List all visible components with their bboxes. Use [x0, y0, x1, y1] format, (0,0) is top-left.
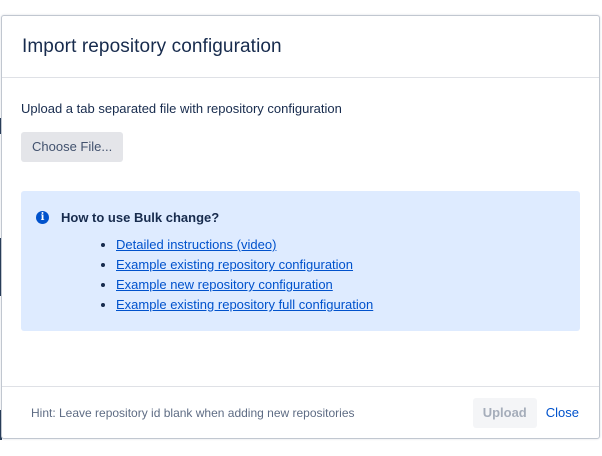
dialog-body: Upload a tab separated file with reposit… — [2, 78, 599, 331]
example-full-config-link[interactable]: Example existing repository full configu… — [116, 297, 373, 312]
info-icon: i — [36, 210, 49, 224]
upload-button[interactable]: Upload — [472, 397, 537, 428]
list-item: Example existing repository configuratio… — [116, 255, 564, 275]
upload-description: Upload a tab separated file with reposit… — [21, 101, 342, 116]
dialog-title: Import repository configuration — [22, 35, 282, 57]
list-item: Example existing repository full configu… — [116, 295, 564, 315]
dialog-header: Import repository configuration — [2, 16, 599, 78]
close-button[interactable]: Close — [544, 405, 581, 420]
example-existing-config-link[interactable]: Example existing repository configuratio… — [116, 257, 353, 272]
list-item: Detailed instructions (video) — [116, 235, 564, 255]
info-heading: i How to use Bulk change? — [36, 208, 564, 226]
list-item: Example new repository configuration — [116, 275, 564, 295]
dialog-footer: Hint: Leave repository id blank when add… — [2, 386, 599, 438]
import-dialog: Import repository configuration Upload a… — [1, 15, 600, 439]
info-link-list: Detailed instructions (video) Example ex… — [36, 235, 564, 315]
info-panel: i How to use Bulk change? Detailed instr… — [21, 191, 580, 331]
info-heading-text: How to use Bulk change? — [61, 209, 220, 225]
footer-hint: Hint: Leave repository id blank when add… — [31, 405, 355, 420]
example-new-config-link[interactable]: Example new repository configuration — [116, 277, 333, 292]
choose-file-button[interactable]: Choose File... — [21, 132, 124, 162]
detailed-instructions-link[interactable]: Detailed instructions (video) — [116, 237, 276, 252]
